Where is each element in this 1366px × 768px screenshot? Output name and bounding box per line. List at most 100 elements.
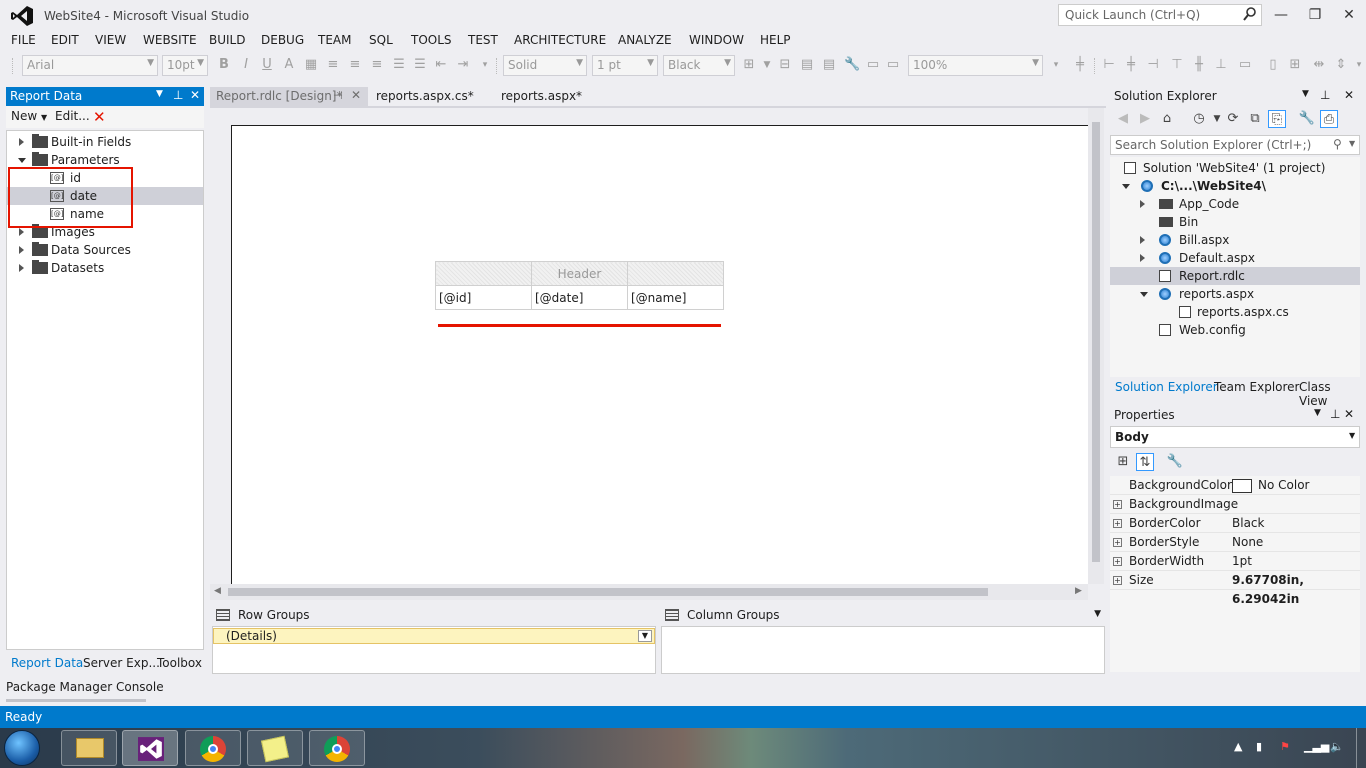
pin-icon[interactable]: ⊥ <box>1330 407 1340 421</box>
tree-item-solution[interactable]: Solution 'WebSite4' (1 project) <box>1110 159 1360 177</box>
size-to-grid-icon[interactable]: ⊞ <box>1288 58 1302 72</box>
property-pages-wrench-icon[interactable]: 🔧 <box>1166 453 1184 471</box>
package-manager-console-tab[interactable]: Package Manager Console <box>6 680 164 694</box>
bold-button[interactable]: B <box>217 58 231 72</box>
tree-item-reports-aspx-cs[interactable]: reports.aspx.cs <box>1110 303 1360 321</box>
scroll-right-icon[interactable]: ▶ <box>1075 586 1082 596</box>
properties-object-selector[interactable]: Body ▼ <box>1110 426 1360 448</box>
underline-button[interactable]: U <box>260 58 274 72</box>
expand-plus-icon[interactable]: + <box>1113 500 1122 509</box>
chevron-down-icon[interactable]: ▼ <box>1349 139 1355 148</box>
battery-icon[interactable]: ▮ <box>1256 740 1262 753</box>
bullets-icon[interactable]: ☰ <box>392 58 406 72</box>
make-same-width-icon[interactable]: ▭ <box>1238 58 1252 72</box>
expand-plus-icon[interactable]: + <box>1113 519 1122 528</box>
property-value[interactable]: 9.67708in, 6.29042in <box>1232 571 1360 609</box>
collapse-all-icon[interactable]: ⧉ <box>1246 110 1264 128</box>
designer-vertical-scrollbar[interactable] <box>1088 108 1104 584</box>
tablix-cell-id[interactable]: [@id] <box>435 285 532 310</box>
menu-website[interactable]: WEBSITE <box>143 33 197 47</box>
show-desktop-button[interactable] <box>1356 728 1366 768</box>
pin-icon[interactable]: ⊥ <box>1320 88 1330 102</box>
menu-analyze[interactable]: ANALYZE <box>618 33 672 47</box>
refresh-icon[interactable]: ⟳ <box>1224 110 1242 128</box>
new-button[interactable]: New ▼ <box>11 109 47 123</box>
scroll-left-icon[interactable]: ◀ <box>214 586 221 596</box>
taskbar-chrome-1[interactable] <box>185 730 241 766</box>
borders-icon[interactable]: ⊞ <box>742 58 756 72</box>
align-bottoms-icon[interactable]: ⊥ <box>1214 58 1228 72</box>
tree-item-project[interactable]: C:\...\WebSite4\ <box>1110 177 1360 195</box>
overflow-chevron-icon[interactable]: ▾ <box>1352 58 1366 72</box>
delete-icon[interactable]: ✕ <box>93 108 106 126</box>
forward-icon[interactable]: ▶ <box>1136 110 1154 128</box>
font-color-button[interactable]: A <box>282 58 296 72</box>
report-data-panel-header[interactable]: Report Data ▼ ⊥ ✕ <box>6 87 204 106</box>
start-button[interactable] <box>4 730 40 766</box>
chevron-down-icon[interactable]: ▼ <box>638 630 652 642</box>
flag-error-icon[interactable]: ⚑ <box>1280 740 1290 753</box>
tab-toolbox[interactable]: Toolbox <box>157 656 202 670</box>
align-left-icon[interactable]: ≡ <box>326 58 340 72</box>
align-lefts-icon[interactable]: ⊢ <box>1102 58 1116 72</box>
chevron-down-icon[interactable]: ▼ <box>760 58 774 72</box>
pin-icon[interactable]: ⊣ <box>333 89 343 102</box>
chevron-down-icon[interactable]: ▼ <box>1349 431 1355 440</box>
panel-menu-chevron-icon[interactable]: ▼ <box>156 89 163 99</box>
home-icon[interactable]: ⌂ <box>1158 110 1176 128</box>
property-row-border-color[interactable]: + BorderColor Black <box>1110 514 1360 533</box>
toolbar-grip[interactable] <box>496 58 500 74</box>
tree-item-builtin-fields[interactable]: Built-in Fields <box>7 133 203 151</box>
scrollbar-thumb[interactable] <box>1092 122 1100 562</box>
crosshair-icon[interactable]: ╪ <box>1073 58 1087 72</box>
tab-report-design[interactable]: Report.rdlc [Design]* ⊣ ✕ <box>210 87 368 107</box>
expand-plus-icon[interactable]: + <box>1113 557 1122 566</box>
menu-view[interactable]: VIEW <box>95 33 126 47</box>
wrench-icon[interactable]: 🔧 <box>844 58 860 72</box>
border-style-combo[interactable]: Solid ▼ <box>503 55 587 76</box>
solution-explorer-search-input[interactable]: Search Solution Explorer (Ctrl+;) ⚲ ▼ <box>1110 135 1360 155</box>
preview-icon[interactable]: ⎙ <box>1320 110 1338 128</box>
property-row-border-style[interactable]: + BorderStyle None <box>1110 533 1360 552</box>
tab-team-explorer[interactable]: Team Explorer <box>1214 380 1300 394</box>
show-all-files-icon[interactable]: ⎘ <box>1268 110 1286 128</box>
menu-sql[interactable]: SQL <box>369 33 393 47</box>
property-value[interactable]: 1pt <box>1232 552 1252 571</box>
border-color-combo[interactable]: Black ▼ <box>663 55 735 76</box>
vertical-spacing-icon[interactable]: ⇕ <box>1334 58 1348 72</box>
pending-changes-filter-icon[interactable]: ◷ <box>1190 110 1208 128</box>
expand-arrow-icon[interactable] <box>1140 236 1145 244</box>
property-row-border-width[interactable]: + BorderWidth 1pt <box>1110 552 1360 571</box>
align-middles-icon[interactable]: ╫ <box>1192 58 1206 72</box>
overflow-chevron-icon[interactable]: ▾ <box>478 58 492 72</box>
properties-header[interactable]: Properties ▼ ⊥ ✕ <box>1110 406 1360 424</box>
horizontal-spacing-icon[interactable]: ⇹ <box>1312 58 1326 72</box>
expand-arrow-icon[interactable] <box>19 138 24 146</box>
expand-arrow-icon[interactable] <box>19 264 24 272</box>
properties-wrench-icon[interactable]: 🔧 <box>1298 110 1316 128</box>
back-icon[interactable]: ◀ <box>1114 110 1132 128</box>
align-right-icon[interactable]: ≡ <box>370 58 384 72</box>
tablix-header-cell[interactable]: Header <box>531 261 628 286</box>
taskbar-file-explorer[interactable] <box>61 730 117 766</box>
property-row-background-image[interactable]: + BackgroundImage <box>1110 495 1360 514</box>
make-same-height-icon[interactable]: ▯ <box>1266 58 1280 72</box>
categorized-icon[interactable]: ⊞ <box>1114 453 1132 471</box>
align-middle-icon[interactable]: ▤ <box>822 58 836 72</box>
alphabetical-sort-icon[interactable]: ⇅ <box>1136 453 1154 471</box>
restore-button[interactable]: ❐ <box>1305 6 1325 24</box>
expand-arrow-icon[interactable] <box>1140 200 1145 208</box>
volume-icon[interactable]: 🔈 <box>1330 740 1344 753</box>
tree-item-app-code[interactable]: App_Code <box>1110 195 1360 213</box>
toolbar-grip[interactable] <box>1094 58 1098 74</box>
tree-item-reports-aspx[interactable]: reports.aspx <box>1110 285 1360 303</box>
edit-button[interactable]: Edit... <box>55 109 90 123</box>
tablix-cell-name[interactable]: [@name] <box>627 285 724 310</box>
expand-arrow-icon[interactable] <box>19 228 24 236</box>
font-family-combo[interactable]: Arial ▼ <box>22 55 158 76</box>
close-icon[interactable]: ✕ <box>351 88 361 102</box>
tablix-header-cell[interactable] <box>627 261 724 286</box>
tree-item-default-aspx[interactable]: Default.aspx <box>1110 249 1360 267</box>
italic-button[interactable]: I <box>239 58 253 72</box>
menu-edit[interactable]: EDIT <box>51 33 79 47</box>
